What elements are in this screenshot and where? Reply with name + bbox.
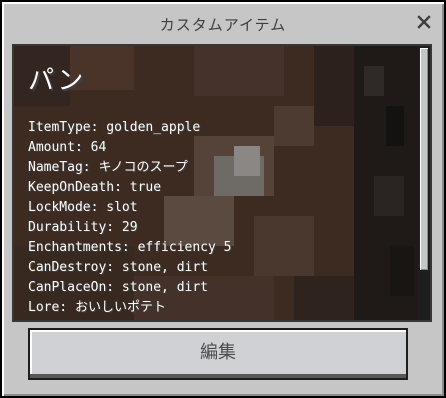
custom-item-dialog: カスタムアイテム パン ItemType: golden_apple Amoun…	[0, 0, 446, 398]
property-can-place-on: CanPlaceOn: stone, dirt	[28, 280, 209, 295]
property-item-type: ItemType: golden_apple	[28, 120, 201, 135]
property-enchantments: Enchantments: efficiency 5	[28, 240, 232, 255]
property-lore: Lore: おいしいポテト	[28, 300, 166, 315]
scrollbar-thumb[interactable]	[420, 48, 428, 270]
property-durability: Durability: 29	[28, 220, 138, 235]
item-name: パン	[28, 66, 86, 96]
title-bar: カスタムアイテム	[2, 2, 444, 42]
item-info-panel: パン ItemType: golden_apple Amount: 64 Nam…	[12, 44, 432, 322]
item-properties-list: ItemType: golden_apple Amount: 64 NameTa…	[28, 118, 232, 318]
edit-button[interactable]: 編集	[28, 328, 408, 380]
property-amount: Amount: 64	[28, 140, 107, 155]
item-details: パン ItemType: golden_apple Amount: 64 Nam…	[14, 46, 418, 320]
property-can-destroy: CanDestroy: stone, dirt	[28, 260, 209, 275]
scrollbar[interactable]	[418, 46, 430, 320]
close-icon	[417, 15, 431, 29]
close-button[interactable]	[414, 12, 434, 32]
dialog-title: カスタムアイテム	[159, 16, 287, 34]
property-name-tag: NameTag: キノコのスープ	[28, 160, 188, 175]
property-keep-on-death: KeepOnDeath: true	[28, 180, 162, 195]
property-lock-mode: LockMode: slot	[28, 200, 138, 215]
